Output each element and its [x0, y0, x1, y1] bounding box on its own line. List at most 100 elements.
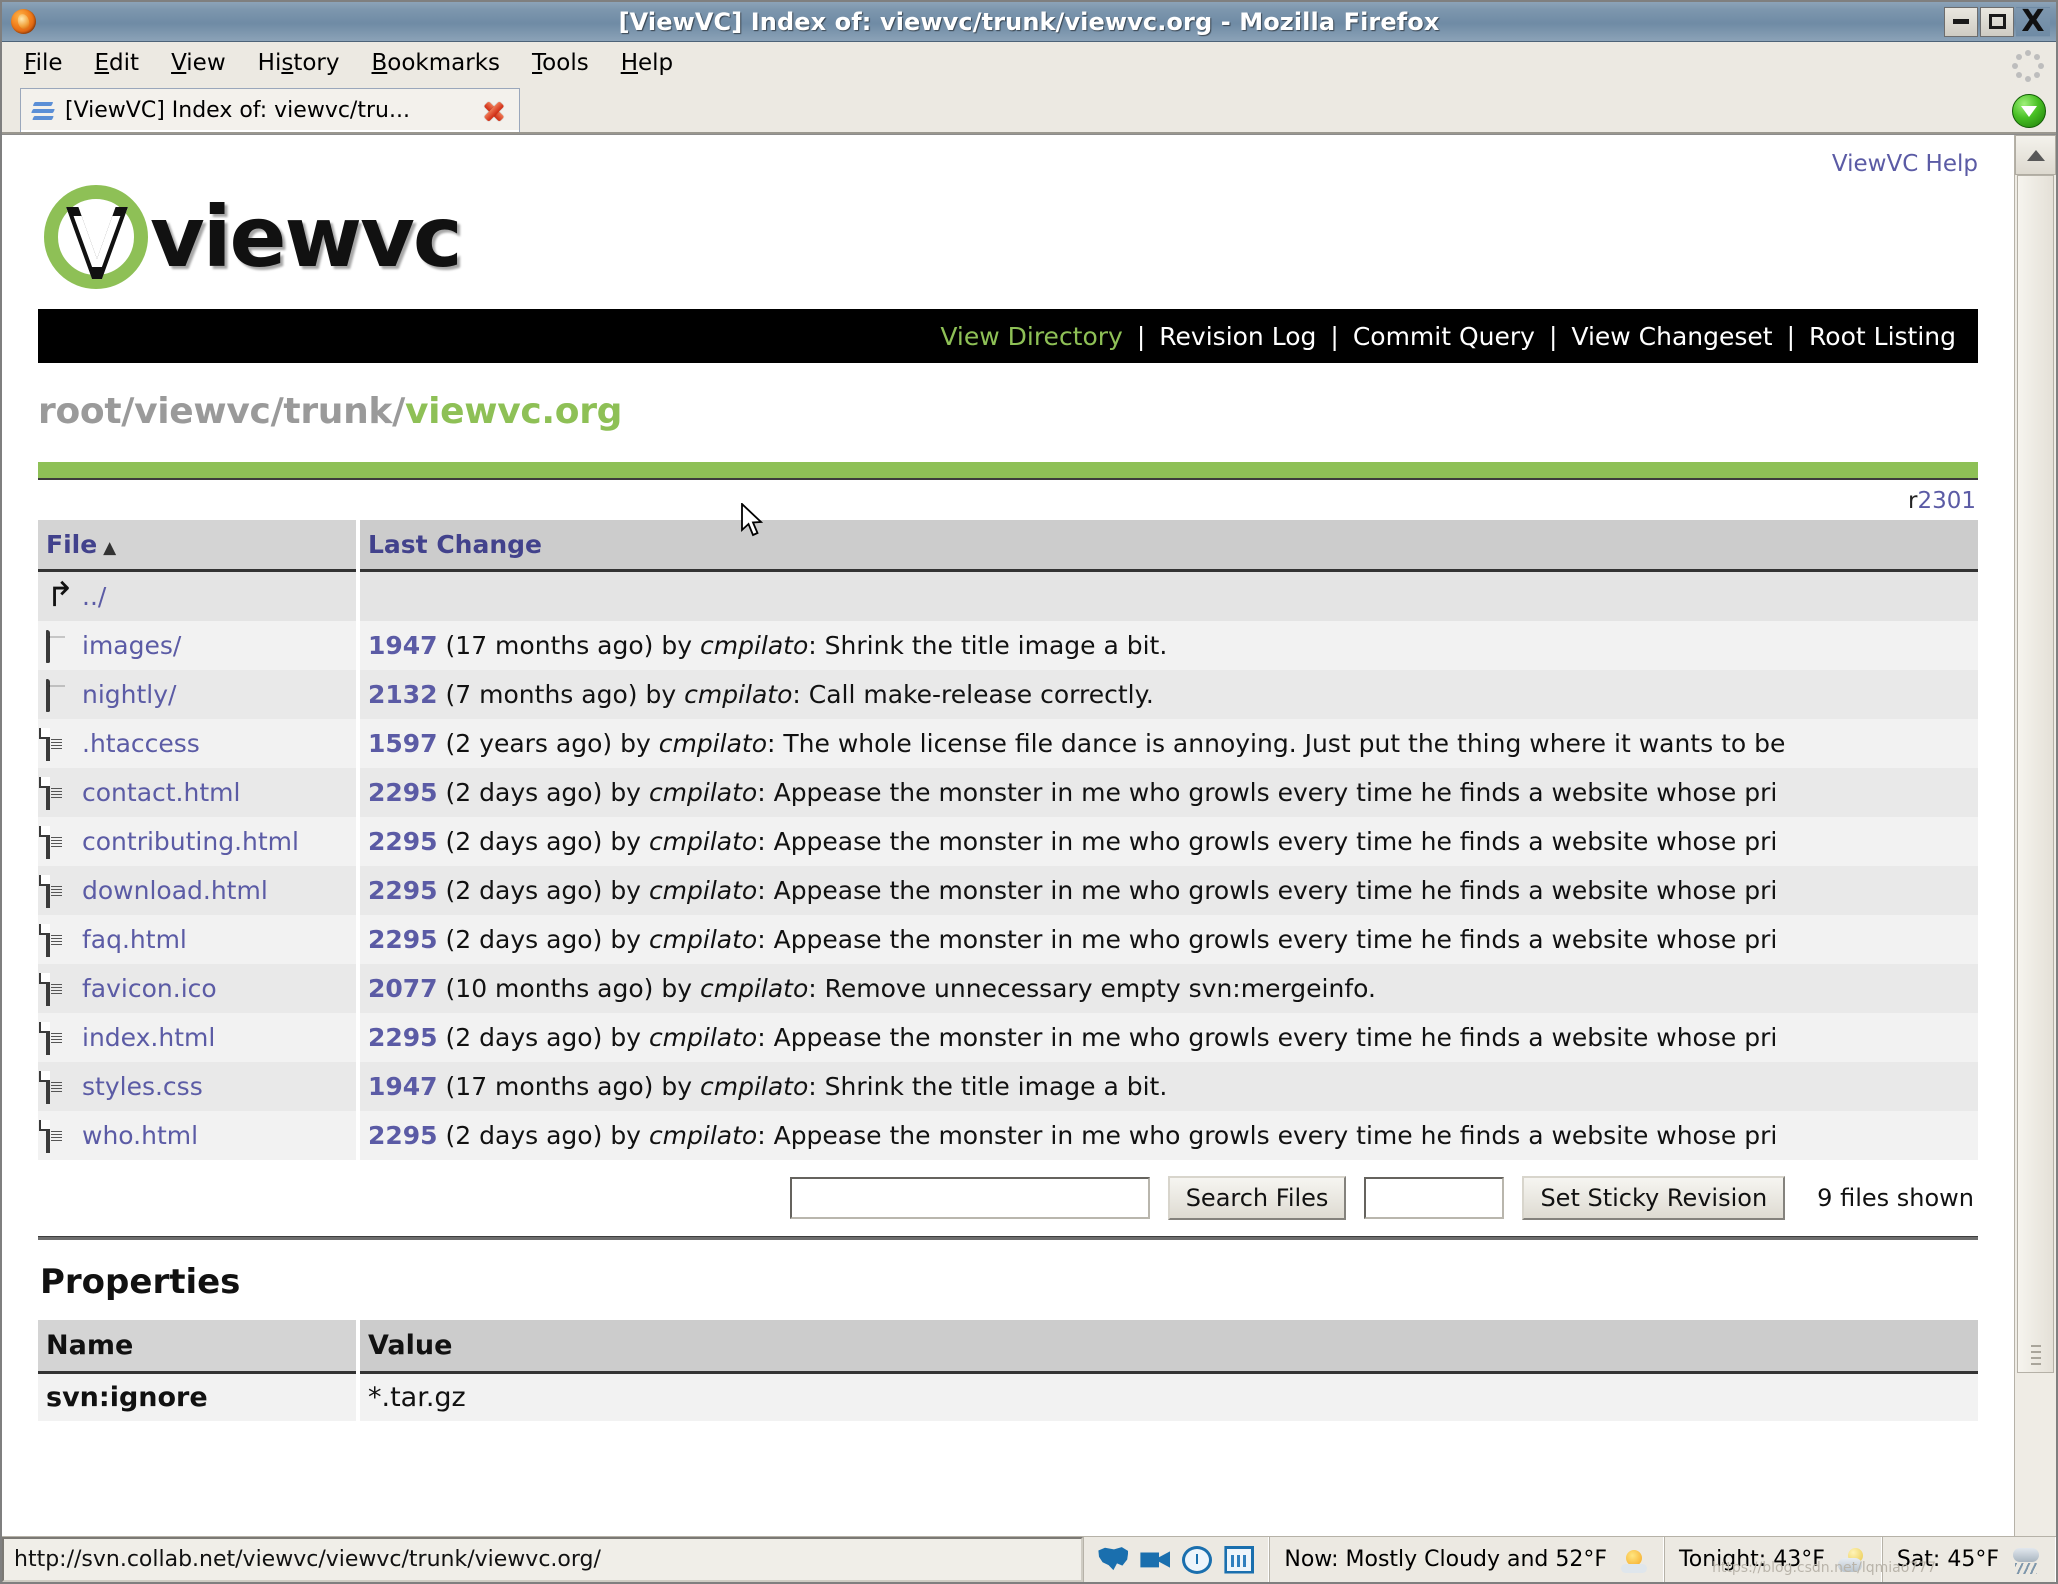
revision-link[interactable]: 2295 [368, 1121, 438, 1150]
column-header-file[interactable]: File ▲ [38, 520, 360, 572]
table-row[interactable]: ../ [38, 570, 1978, 621]
revision-link[interactable]: 1597 [368, 729, 438, 758]
file-link-download-html[interactable]: download.html [82, 876, 268, 905]
age-text: (2 days ago) [445, 827, 603, 856]
parent-dir-link[interactable]: ../ [82, 582, 106, 611]
file-name-cell[interactable]: nightly/ [38, 670, 360, 719]
set-sticky-revision-button[interactable]: Set Sticky Revision [1522, 1176, 1786, 1220]
menu-tools[interactable]: Tools [530, 48, 591, 78]
download-indicator[interactable] [2012, 94, 2056, 132]
weather-now[interactable]: Now: Mostly Cloudy and 52°F [1269, 1537, 1665, 1582]
tab-viewvc-index[interactable]: [ViewVC] Index of: viewvc/tru... [20, 88, 520, 132]
revision-link[interactable]: 1947 [368, 631, 438, 660]
property-value: *.tar.gz [358, 1372, 1978, 1421]
file-name-cell[interactable]: .htaccess [38, 719, 360, 768]
us-map-icon[interactable] [1098, 1547, 1129, 1571]
table-row[interactable]: faq.html 2295 (2 days ago) by cmpilato: … [38, 915, 1978, 964]
nav-revision-log[interactable]: Revision Log [1159, 322, 1316, 351]
column-header-file-label: File [46, 530, 98, 559]
sun-cloud-icon [1619, 1546, 1649, 1574]
file-link-favicon-ico[interactable]: favicon.ico [82, 974, 217, 1003]
nav-root-listing[interactable]: Root Listing [1809, 322, 1956, 351]
sticky-revision-input[interactable] [1364, 1177, 1505, 1219]
folder-icon [46, 678, 50, 712]
file-link-contact-html[interactable]: contact.html [82, 778, 240, 807]
table-row[interactable]: images/ 1947 (17 months ago) by cmpilato… [38, 621, 1978, 670]
close-button[interactable]: X [2016, 4, 2050, 39]
menu-view[interactable]: View [169, 48, 228, 78]
file-listing-body: ../ images/ [38, 570, 1978, 1160]
nav-commit-query[interactable]: Commit Query [1353, 322, 1535, 351]
parent-dir-cell[interactable]: ../ [38, 570, 360, 621]
revision-link[interactable]: 2295 [368, 925, 438, 954]
chart-icon[interactable] [1224, 1545, 1255, 1574]
weather-tonight[interactable]: Tonight: 43°F [1664, 1537, 1882, 1582]
search-files-button[interactable]: Search Files [1167, 1176, 1347, 1220]
revision-link[interactable]: 2295 [368, 876, 438, 905]
video-camera-icon[interactable] [1140, 1551, 1171, 1568]
download-arrow-icon[interactable] [2012, 94, 2046, 128]
file-link-index-html[interactable]: index.html [82, 1023, 215, 1052]
menu-edit[interactable]: Edit [93, 48, 142, 78]
author-text: cmpilato [648, 876, 758, 905]
table-row[interactable]: .htaccess 1597 (2 years ago) by cmpilato… [38, 719, 1978, 768]
table-row[interactable]: download.html 2295 (2 days ago) by cmpil… [38, 866, 1978, 915]
file-link-images[interactable]: images/ [82, 631, 181, 660]
menu-help[interactable]: Help [619, 48, 675, 78]
revision-link[interactable]: 2077 [368, 974, 438, 1003]
scrollbar-track[interactable] [2015, 175, 2056, 1536]
file-name-cell[interactable]: contact.html [38, 768, 360, 817]
viewvc-nav-bar: View Directory | Revision Log | Commit Q… [38, 309, 1978, 363]
revision-link[interactable]: 2132 [368, 680, 438, 709]
breadcrumb-prefix[interactable]: root/viewvc/trunk/ [38, 391, 405, 432]
column-header-last-change[interactable]: Last Change [358, 520, 1978, 572]
nav-view-changeset[interactable]: View Changeset [1571, 322, 1772, 351]
scrollbar-thumb[interactable] [2017, 175, 2054, 1373]
file-name-cell[interactable]: favicon.ico [38, 964, 360, 1013]
file-link-nightly[interactable]: nightly/ [82, 680, 176, 709]
table-row[interactable]: who.html 2295 (2 days ago) by cmpilato: … [38, 1111, 1978, 1160]
file-link-htaccess[interactable]: .htaccess [82, 729, 200, 758]
close-icon[interactable] [481, 98, 507, 124]
file-link-styles-css[interactable]: styles.css [82, 1072, 203, 1101]
file-name-cell[interactable]: images/ [38, 621, 360, 670]
search-input[interactable] [789, 1177, 1150, 1219]
table-row[interactable]: styles.css 1947 (17 months ago) by cmpil… [38, 1062, 1978, 1111]
minimize-button[interactable] [1944, 6, 1978, 37]
table-row[interactable]: nightly/ 2132 (7 months ago) by cmpilato… [38, 670, 1978, 719]
last-change-cell: 1947 (17 months ago) by cmpilato: Shrink… [358, 1062, 1978, 1111]
table-row[interactable]: contributing.html 2295 (2 days ago) by c… [38, 817, 1978, 866]
revision-link[interactable]: 2295 [368, 778, 438, 807]
table-row[interactable]: favicon.ico 2077 (10 months ago) by cmpi… [38, 964, 1978, 1013]
menu-bookmarks[interactable]: Bookmarks [370, 48, 503, 78]
by-text: by [620, 729, 651, 758]
nav-view-directory[interactable]: View Directory [940, 322, 1123, 351]
file-link-who-html[interactable]: who.html [82, 1121, 198, 1150]
file-name-cell[interactable]: faq.html [38, 915, 360, 964]
clock-icon[interactable] [1182, 1545, 1213, 1574]
table-row[interactable]: index.html 2295 (2 days ago) by cmpilato… [38, 1013, 1978, 1062]
file-name-cell[interactable]: styles.css [38, 1062, 360, 1111]
scroll-up-button[interactable] [2015, 135, 2056, 175]
file-name-cell[interactable]: contributing.html [38, 817, 360, 866]
revision-link[interactable]: 1947 [368, 1072, 438, 1101]
viewvc-logo: viewvc [38, 181, 1978, 293]
file-link-faq-html[interactable]: faq.html [82, 925, 187, 954]
author-text: cmpilato [648, 925, 758, 954]
table-row[interactable]: contact.html 2295 (2 days ago) by cmpila… [38, 768, 1978, 817]
file-name-cell[interactable]: index.html [38, 1013, 360, 1062]
file-name-cell[interactable]: who.html [38, 1111, 360, 1160]
revision-link[interactable]: 2295 [368, 827, 438, 856]
viewvc-help-link[interactable]: ViewVC Help [1832, 151, 1978, 177]
status-tools-segment [1083, 1537, 1270, 1582]
maximize-button[interactable] [1980, 6, 2014, 37]
file-name-cell[interactable]: download.html [38, 866, 360, 915]
menu-history[interactable]: History [256, 48, 342, 78]
revision-link[interactable]: 2295 [368, 1023, 438, 1052]
age-text: (10 months ago) [445, 974, 654, 1003]
file-link-contributing-html[interactable]: contributing.html [82, 827, 299, 856]
revision-link[interactable]: 2301 [1917, 488, 1976, 514]
weather-saturday[interactable]: Sat: 45°F [1881, 1537, 2056, 1582]
page-scrollbar[interactable] [2014, 135, 2056, 1536]
menu-file[interactable]: File [22, 48, 65, 78]
